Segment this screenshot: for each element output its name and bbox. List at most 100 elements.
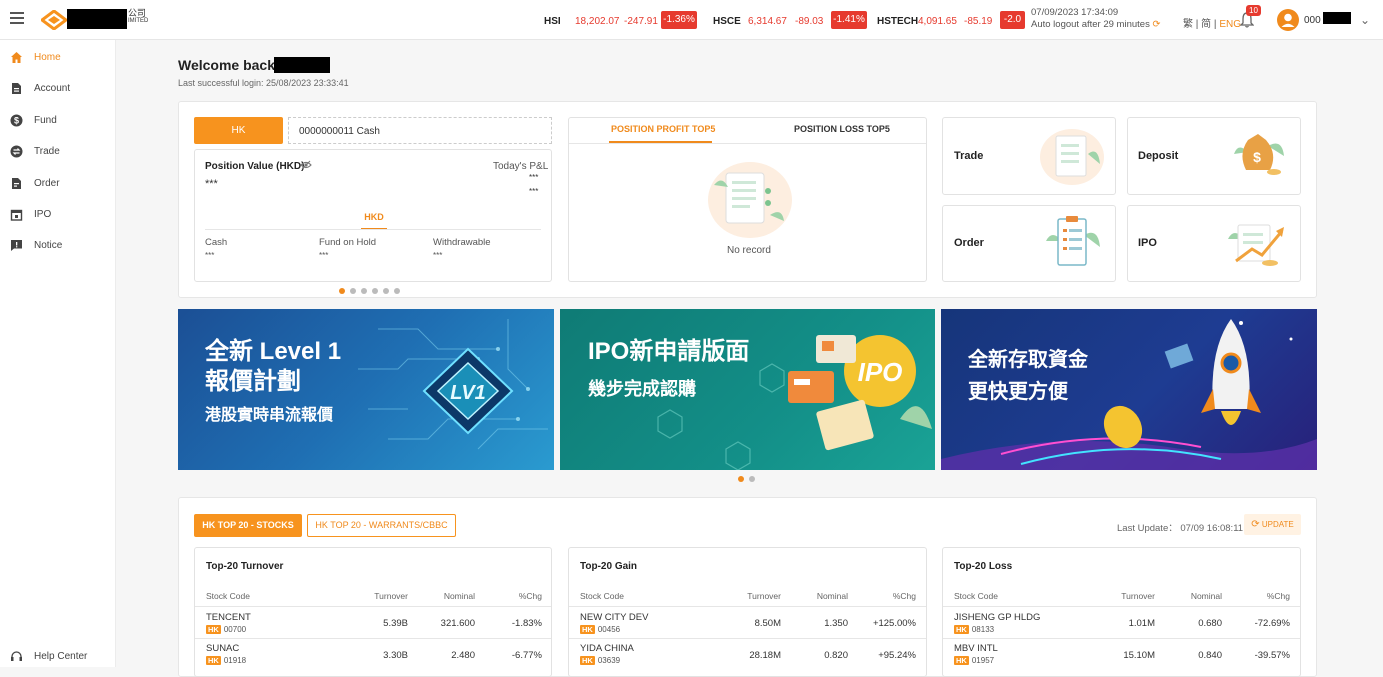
username-redacted bbox=[274, 57, 330, 73]
pnl-value: *** bbox=[529, 173, 539, 182]
account-selector[interactable]: 0000000011 Cash bbox=[288, 117, 552, 144]
col-nominal: Nominal bbox=[816, 591, 848, 601]
withdrawable-label: Withdrawable bbox=[433, 237, 491, 248]
stock-code: HK 08133 bbox=[954, 625, 994, 634]
percent-change: -6.77% bbox=[511, 650, 542, 661]
banner-fund-line2: 更快更方便 bbox=[968, 381, 1068, 403]
logout-timer: Auto logout after 29 minutes bbox=[1031, 19, 1150, 30]
sidebar-item-account[interactable]: Account bbox=[0, 78, 116, 102]
update-button[interactable]: ⟳ UPDATE bbox=[1244, 514, 1301, 535]
headset-icon bbox=[11, 651, 22, 661]
server-datetime: 07/09/2023 17:34:09 bbox=[1031, 7, 1119, 18]
percent-change: +125.00% bbox=[872, 618, 916, 629]
account-number[interactable]: 000 bbox=[1304, 15, 1321, 26]
market-badge: HK bbox=[206, 625, 221, 634]
fund-on-hold-label: Fund on Hold bbox=[319, 237, 377, 248]
currency-tab-hkd[interactable]: HKD bbox=[361, 212, 387, 230]
last-login: Last successful login: 25/08/2023 23:33:… bbox=[178, 78, 349, 88]
divider bbox=[943, 606, 1300, 607]
divider bbox=[569, 143, 926, 144]
index-name-hsce: HSCE bbox=[713, 16, 741, 27]
stock-name: MBV INTL bbox=[954, 643, 998, 654]
lang-english[interactable]: ENG bbox=[1219, 19, 1241, 30]
chevron-down-icon[interactable]: ⌄ bbox=[1360, 13, 1370, 27]
welcome-title: Welcome back, bbox=[178, 57, 279, 73]
cash-label: Cash bbox=[205, 237, 228, 248]
tab-position-profit[interactable]: POSITION PROFIT TOP5 bbox=[611, 124, 715, 134]
session-info: 07/09/2023 17:34:09 Auto logout after 29… bbox=[1031, 7, 1160, 31]
stock-code-number: 01918 bbox=[223, 656, 247, 665]
divider bbox=[569, 606, 926, 607]
banner-carousel-dots[interactable] bbox=[738, 476, 755, 482]
percent-change: +95.24% bbox=[878, 650, 916, 661]
trade-icon bbox=[1040, 129, 1104, 185]
divider bbox=[195, 638, 551, 639]
index-change-hsi: -247.91 bbox=[624, 16, 658, 27]
stock-code: HK 01957 bbox=[954, 656, 994, 665]
sidebar-item-home[interactable]: Home bbox=[0, 47, 116, 71]
turnover-value: 3.30B bbox=[383, 650, 408, 661]
turnover-value: 8.50M bbox=[754, 618, 781, 629]
tab-hk-top20-stocks[interactable]: HK TOP 20 - STOCKS bbox=[194, 514, 302, 537]
sidebar-item-fund[interactable]: $ Fund bbox=[0, 110, 116, 134]
col-chg: %Chg bbox=[892, 591, 916, 601]
empty-state-text: No record bbox=[727, 245, 771, 256]
sidebar-item-order[interactable]: Order bbox=[0, 173, 116, 197]
avatar[interactable] bbox=[1277, 9, 1299, 31]
help-center-link[interactable]: Help Center bbox=[10, 650, 87, 666]
tab-position-loss[interactable]: POSITION LOSS TOP5 bbox=[794, 124, 890, 134]
refresh-icon[interactable]: ⟳ bbox=[1152, 19, 1160, 30]
col-nominal: Nominal bbox=[1190, 591, 1222, 601]
top20-gain-title: Top-20 Gain bbox=[580, 561, 638, 572]
todays-pnl-label: Today's P&L bbox=[493, 161, 549, 172]
quick-link-ipo-label: IPO bbox=[1138, 237, 1157, 249]
market-badge: HK bbox=[580, 656, 595, 665]
quick-link-trade-label: Trade bbox=[954, 150, 984, 162]
turnover-value: 5.39B bbox=[383, 618, 408, 629]
stock-name: NEW CITY DEV bbox=[580, 612, 649, 623]
menu-icon[interactable] bbox=[10, 12, 24, 24]
banner-fund-transfer[interactable]: 全新存取資金 更快更方便 bbox=[941, 309, 1317, 470]
index-pct-hsi: -1.36% bbox=[661, 11, 697, 29]
withdrawable-value: *** bbox=[433, 251, 443, 260]
banner-level1-line2: 報價計劃 bbox=[205, 368, 301, 395]
company-logo[interactable] bbox=[41, 10, 67, 30]
sidebar-item-trade[interactable]: Trade bbox=[0, 141, 116, 165]
order-document-icon bbox=[12, 178, 21, 189]
stock-name: SUNAC bbox=[206, 643, 240, 654]
account-number-redacted bbox=[1323, 12, 1351, 24]
market-badge: HK bbox=[206, 656, 221, 665]
eye-hidden-icon[interactable] bbox=[300, 160, 312, 170]
turnover-value: 28.18M bbox=[749, 650, 781, 661]
banner-level1[interactable]: LV1 全新 Level 1 報價計劃 港股實時串流報價 bbox=[178, 309, 554, 470]
index-change-hstech: -85.19 bbox=[964, 16, 993, 27]
nominal-price: 2.480 bbox=[451, 650, 475, 661]
market-tab-hk[interactable]: HK bbox=[194, 117, 283, 144]
banner-ipo[interactable]: IPO IPO新申請版面 幾步完成認購 bbox=[560, 309, 935, 470]
lang-simplified[interactable]: 简 bbox=[1201, 19, 1211, 30]
sidebar-item-label: Home bbox=[34, 52, 61, 63]
language-switch: 繁 | 简 | ENG bbox=[1183, 19, 1241, 30]
col-turnover: Turnover bbox=[1121, 591, 1155, 601]
index-pct-hstech: -2.0 bbox=[1000, 11, 1025, 29]
stock-code: HK 00456 bbox=[580, 625, 620, 634]
lang-traditional[interactable]: 繁 bbox=[1183, 19, 1193, 30]
index-name-hsi: HSI bbox=[544, 16, 561, 27]
stock-code: HK 00700 bbox=[206, 625, 246, 634]
stock-code: HK 01918 bbox=[206, 656, 246, 665]
ipo-growth-icon bbox=[1228, 224, 1284, 266]
document-icon bbox=[12, 83, 21, 94]
stock-name: YIDA CHINA bbox=[580, 643, 634, 654]
col-stock-code: Stock Code bbox=[206, 591, 250, 601]
notice-icon bbox=[11, 240, 22, 251]
divider bbox=[195, 606, 551, 607]
banner-fund-line1: 全新存取資金 bbox=[968, 349, 1088, 371]
col-nominal: Nominal bbox=[443, 591, 475, 601]
tab-hk-top20-warrants[interactable]: HK TOP 20 - WARRANTS/CBBC bbox=[307, 514, 456, 537]
divider bbox=[569, 638, 926, 639]
sidebar-item-ipo[interactable]: IPO bbox=[0, 204, 116, 228]
logo-name-redacted bbox=[67, 9, 127, 29]
banner-level1-line1: 全新 Level 1 bbox=[205, 338, 342, 365]
sidebar-item-notice[interactable]: Notice bbox=[0, 235, 116, 259]
account-carousel-dots[interactable] bbox=[339, 288, 400, 294]
